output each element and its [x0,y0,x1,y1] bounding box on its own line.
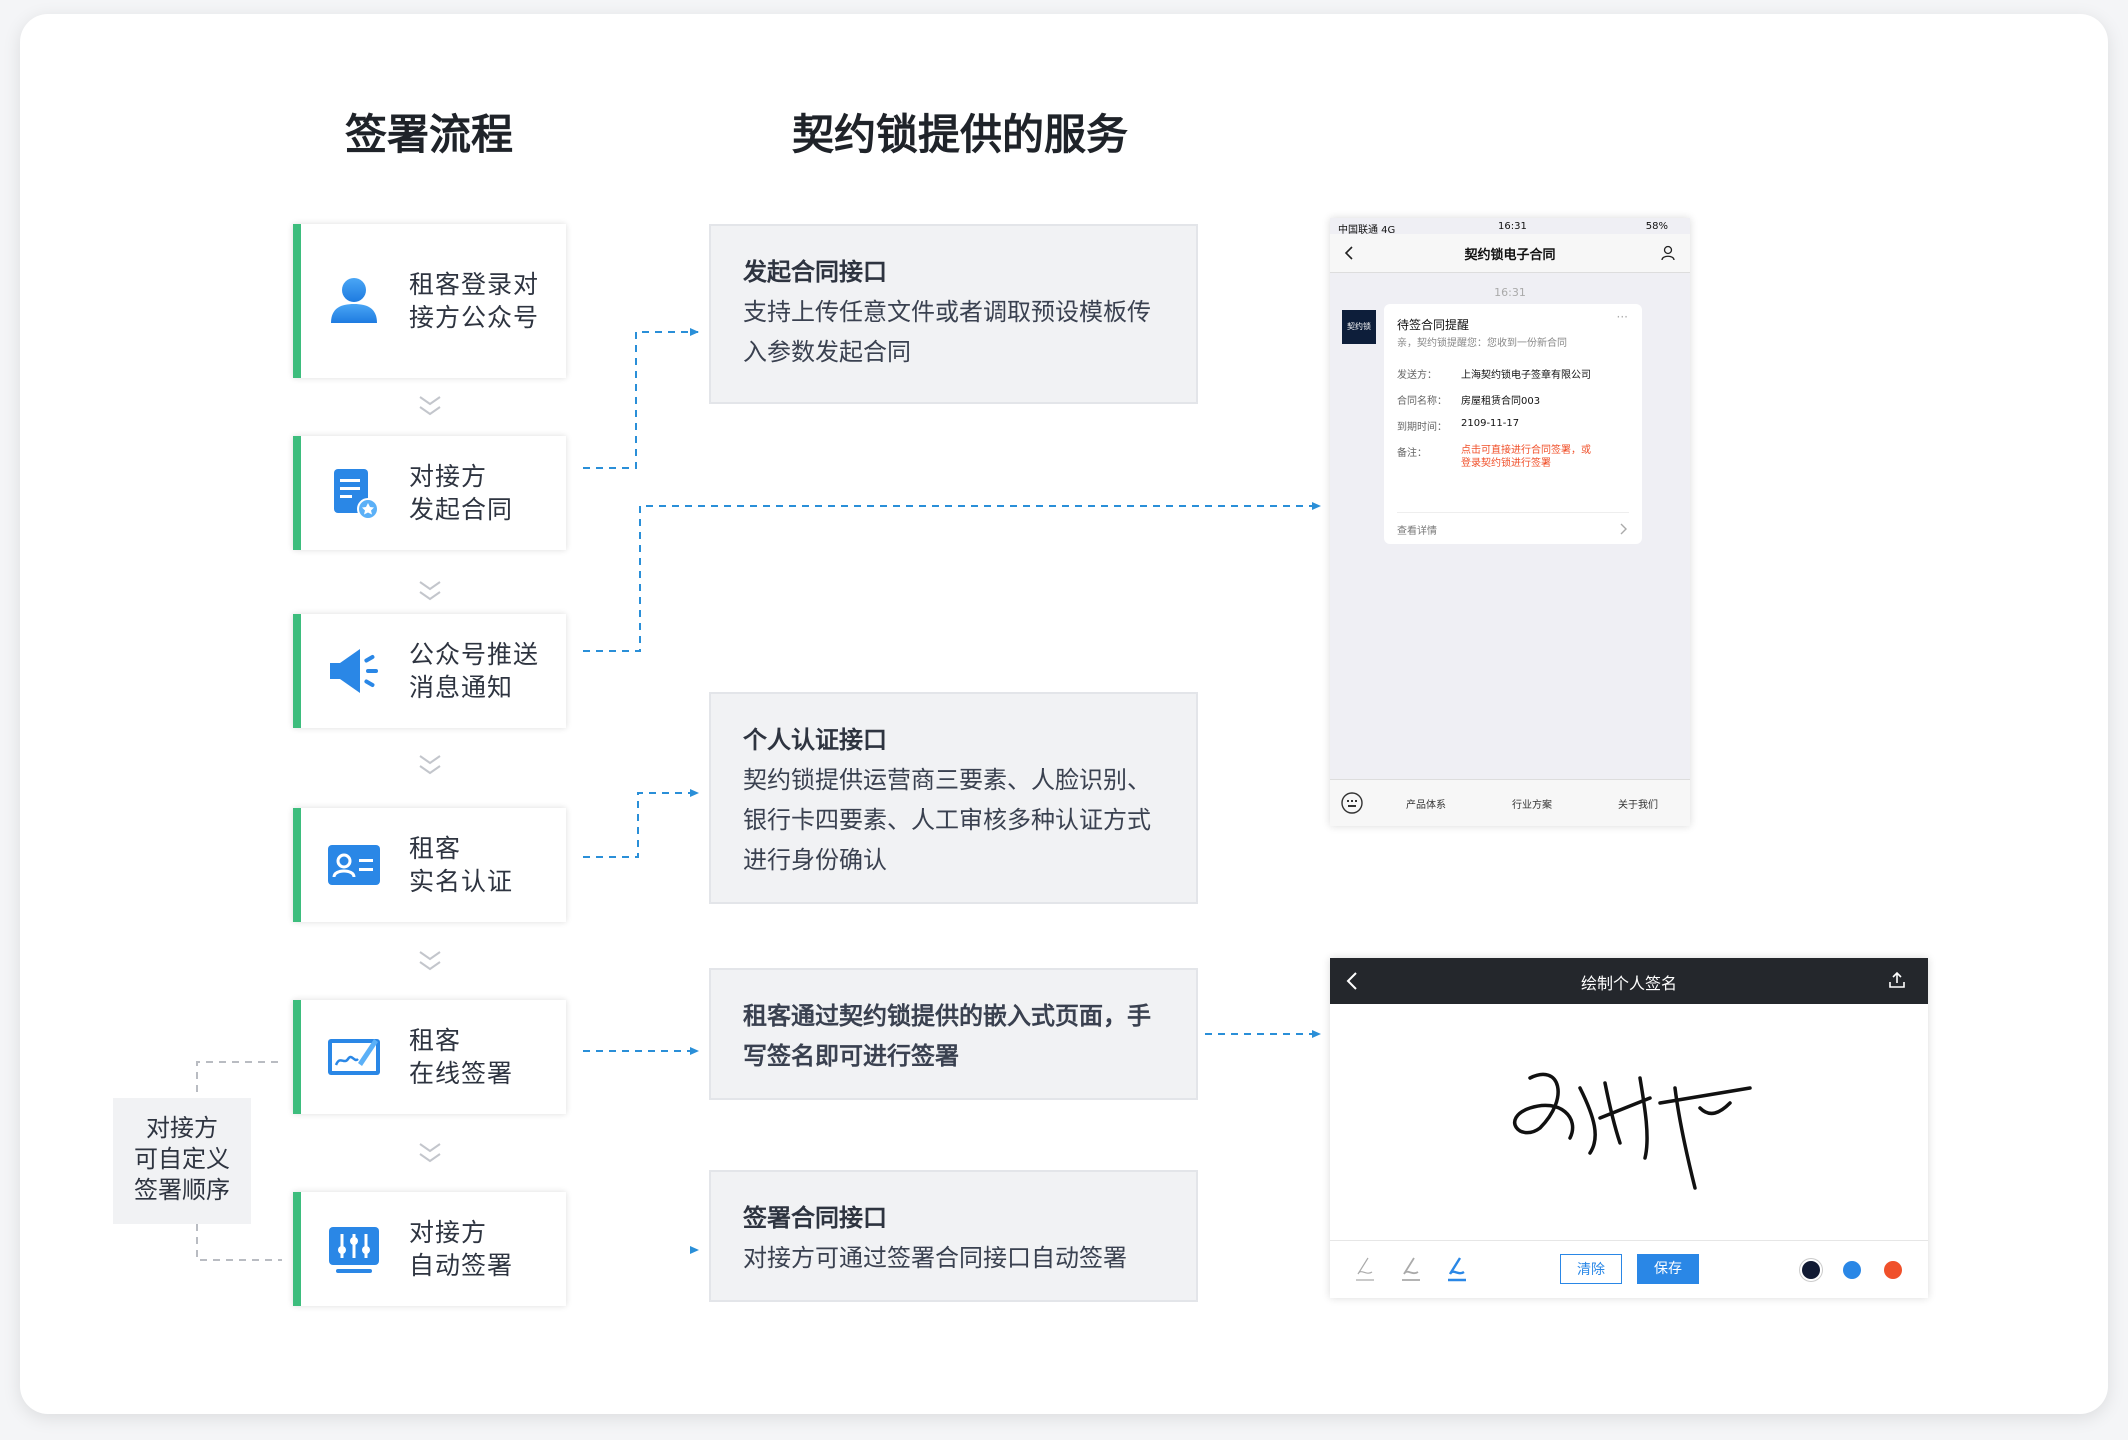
message-time: 16:31 [1494,286,1526,299]
service-desc: 支持上传任意文件或者调取预设模板传 入参数发起合同 [743,298,1151,366]
service-personal-auth-api: 个人认证接口 契约锁提供运营商三要素、人脸识别、 银行卡四要素、人工审核多种认证… [709,692,1198,904]
id-card-icon [326,837,382,893]
step-label-line1: 租客 [409,1026,462,1055]
pen-medium-icon[interactable] [1398,1254,1424,1284]
message-title: 待签合同提醒 [1397,318,1470,332]
view-details-link[interactable]: 查看详情 [1397,522,1437,537]
pen-tablet-icon [326,1029,382,1085]
step-label-line2: 接方公众号 [409,303,540,332]
status-bar: 中国联通 4G 16:31 58% [1338,221,1668,236]
save-button[interactable]: 保存 [1637,1254,1699,1284]
user-icon [326,273,382,329]
more-icon[interactable]: ··· [1617,310,1628,324]
phone-title: 契约锁电子合同 [1464,248,1556,263]
service-title: 个人认证接口 [743,726,887,754]
profile-icon[interactable] [1660,245,1676,261]
menu-item-about[interactable]: 关于我们 [1618,796,1658,811]
color-swatch-blue[interactable] [1843,1261,1861,1279]
megaphone-icon [326,643,382,699]
service-sign-contract-api: 签署合同接口 对接方可通过签署合同接口自动签署 [709,1170,1198,1302]
step-real-name-auth: 租客 实名认证 [293,808,566,922]
step-label-line2: 在线签署 [409,1059,514,1088]
step-label-line1: 租客登录对 [409,270,540,299]
color-swatch-orange[interactable] [1884,1261,1902,1279]
message-card[interactable]: ··· 待签合同提醒 亲，契约锁提醒您：您收到一份新合同 发送方： 上海契约锁电子… [1384,304,1642,544]
service-desc: 租客通过契约锁提供的嵌入式页面，手 写签名即可进行签署 [743,1002,1151,1070]
clear-button[interactable]: 清除 [1560,1254,1622,1284]
step-label-line1: 租客 [409,834,462,863]
service-initiate-contract-api: 发起合同接口 支持上传任意文件或者调取预设模板传 入参数发起合同 [709,224,1198,404]
step-push-notification: 公众号推送 消息通知 [293,614,566,728]
step-label-line2: 实名认证 [409,867,514,896]
service-title: 发起合同接口 [743,258,887,286]
step-online-signing: 租客 在线签署 [293,1000,566,1114]
chevron-right-icon [1620,523,1627,535]
document-icon [326,465,382,521]
step-label-line2: 发起合同 [409,495,514,524]
connector-step4-service2 [583,789,699,858]
color-swatch-black[interactable] [1802,1261,1820,1279]
custom-order-note: 对接方 可自定义 签署顺序 [113,1098,251,1224]
sliders-icon [326,1221,382,1277]
service-embedded-signing: 租客通过契约锁提供的嵌入式页面，手 写签名即可进行签署 [709,968,1198,1100]
share-icon[interactable] [1888,971,1906,989]
phone-menu-bar: 产品体系 行业方案 关于我们 [1330,779,1690,826]
step-label-line2: 消息通知 [409,673,514,702]
menu-item-products[interactable]: 产品体系 [1406,796,1446,811]
step-label-line1: 对接方 [409,462,488,491]
chevron-down-icon [419,755,441,775]
phone-nav-bar: 契约锁电子合同 [1330,234,1690,273]
avatar: 契约锁 [1342,310,1376,344]
chevron-down-icon [419,396,441,416]
pen-thin-icon[interactable] [1352,1254,1378,1284]
chevron-down-icon [419,1143,441,1163]
phone-mockup: 中国联通 4G 16:31 58% 契约锁电子合同 16:31 契约锁 ··· … [1330,218,1690,826]
connector-step2-service1 [583,328,699,469]
menu-item-solutions[interactable]: 行业方案 [1512,796,1552,811]
step-label-line1: 公众号推送 [409,640,540,669]
chevron-down-icon [419,951,441,971]
message-subtitle: 亲，契约锁提醒您：您收到一份新合同 [1397,338,1567,349]
service-desc: 对接方可通过签署合同接口自动签署 [743,1244,1127,1272]
keyboard-icon[interactable] [1340,791,1364,815]
service-desc: 契约锁提供运营商三要素、人脸识别、 银行卡四要素、人工审核多种认证方式 进行身份… [743,766,1151,874]
signature-title: 绘制个人签名 [1580,974,1677,993]
handwritten-signature[interactable] [1500,1058,1780,1198]
step-label-line2: 自动签署 [409,1251,514,1280]
chevron-down-icon [419,581,441,601]
step-label-line1: 对接方 [409,1218,488,1247]
signature-header: 绘制个人签名 [1330,958,1928,1004]
connector-step3-phone [583,502,1321,652]
step-initiate-contract: 对接方 发起合同 [293,436,566,550]
service-title: 签署合同接口 [743,1204,887,1232]
step-auto-signing: 对接方 自动签署 [293,1192,566,1306]
pen-thick-icon[interactable] [1444,1254,1470,1284]
step-tenant-login: 租客登录对接方公众号 [293,224,566,378]
signature-pad: 绘制个人签名 清除 保存 [1330,958,1928,1298]
